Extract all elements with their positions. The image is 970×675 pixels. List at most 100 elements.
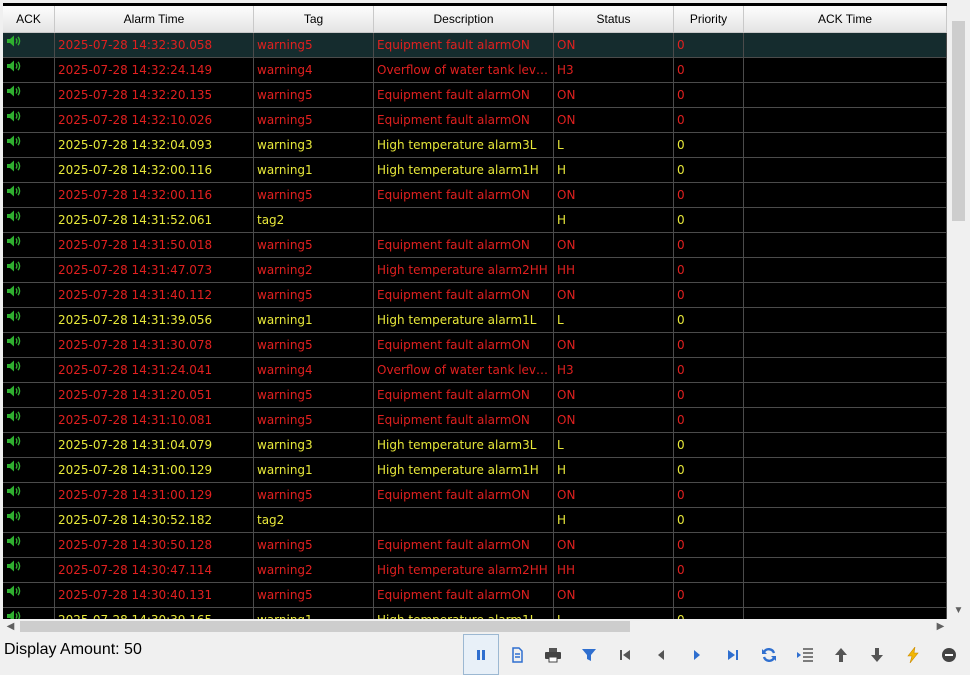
scroll-right-arrow-icon[interactable]: ▶ xyxy=(933,619,948,634)
vertical-scrollbar[interactable]: ▲ ▼ xyxy=(950,18,967,619)
alarm-row[interactable]: 2025-07-28 14:31:52.061 tag2 H 0 xyxy=(3,208,947,233)
ack-cell xyxy=(3,308,55,332)
alarm-row[interactable]: 2025-07-28 14:31:20.051 warning5 Equipment… xyxy=(3,383,947,408)
alarm-row[interactable]: 2025-07-28 14:30:47.114 warning2 High temp… xyxy=(3,558,947,583)
speaker-icon[interactable] xyxy=(6,283,22,306)
speaker-icon[interactable] xyxy=(6,608,22,619)
speaker-icon[interactable] xyxy=(6,183,22,206)
alarm-row[interactable]: 2025-07-28 14:31:24.041 warning4 Overflow … xyxy=(3,358,947,383)
speaker-icon[interactable] xyxy=(6,508,22,531)
horizontal-scroll-thumb[interactable] xyxy=(20,621,630,632)
column-header-status[interactable]: Status xyxy=(554,6,674,32)
vertical-scroll-thumb[interactable] xyxy=(952,21,965,221)
speaker-icon[interactable] xyxy=(6,208,22,231)
first-page-button[interactable] xyxy=(607,634,643,675)
alarm-row[interactable]: 2025-07-28 14:30:52.182 tag2 H 0 xyxy=(3,508,947,533)
speaker-icon[interactable] xyxy=(6,433,22,456)
alarm-row[interactable]: 2025-07-28 14:31:00.129 warning1 High temp… xyxy=(3,458,947,483)
acknowledge-button[interactable] xyxy=(787,634,823,675)
column-header-ack-time[interactable]: ACK Time xyxy=(744,6,947,32)
speaker-icon[interactable] xyxy=(6,558,22,581)
alarm-time-cell: 2025-07-28 14:32:20.135 xyxy=(55,83,254,107)
speaker-icon[interactable] xyxy=(6,33,22,56)
tag-cell: warning5 xyxy=(254,33,374,57)
column-header-ack[interactable]: ACK xyxy=(3,6,55,32)
last-page-button[interactable] xyxy=(715,634,751,675)
alarm-row[interactable]: 2025-07-28 14:31:50.018 warning5 Equipment… xyxy=(3,233,947,258)
alarm-row[interactable]: 2025-07-28 14:30:39.165warning1High temp… xyxy=(3,608,947,619)
description-cell: Equipment fault alarmON xyxy=(374,533,554,557)
alarm-time-cell: 2025-07-28 14:31:04.079 xyxy=(55,433,254,457)
pause-icon xyxy=(474,648,488,662)
alarm-row[interactable]: 2025-07-28 14:32:00.116 warning1 High temp… xyxy=(3,158,947,183)
alarm-row[interactable]: 2025-07-28 14:32:24.149 warning4 Overflow … xyxy=(3,58,947,83)
speaker-icon[interactable] xyxy=(6,583,22,606)
speaker-icon[interactable] xyxy=(6,458,22,481)
tag-cell: tag2 xyxy=(254,208,374,232)
alarm-row[interactable]: 2025-07-28 14:31:39.056 warning1 High temp… xyxy=(3,308,947,333)
speaker-icon[interactable] xyxy=(6,108,22,131)
speaker-icon[interactable] xyxy=(6,408,22,431)
description-cell: Equipment fault alarmON xyxy=(374,233,554,257)
description-cell: Equipment fault alarmON xyxy=(374,83,554,107)
speaker-icon[interactable] xyxy=(6,308,22,331)
tag-cell: warning5 xyxy=(254,383,374,407)
move-down-button[interactable] xyxy=(859,634,895,675)
status-cell: ON xyxy=(554,33,674,57)
alarm-row[interactable]: 2025-07-28 14:32:10.026 warning5 Equipment… xyxy=(3,108,947,133)
export-button[interactable] xyxy=(499,634,535,675)
grid-body: 2025-07-28 14:32:30.058 warning5 Equipment… xyxy=(3,33,947,619)
alarm-row[interactable]: 2025-07-28 14:31:00.129 warning5 Equipment… xyxy=(3,483,947,508)
speaker-icon[interactable] xyxy=(6,358,22,381)
speaker-icon[interactable] xyxy=(6,383,22,406)
alarm-row[interactable]: 2025-07-28 14:32:00.116 warning5 Equipment… xyxy=(3,183,947,208)
column-header-alarm-time[interactable]: Alarm Time xyxy=(55,6,254,32)
clear-button[interactable] xyxy=(931,634,967,675)
alarm-row[interactable]: 2025-07-28 14:31:47.073 warning2 High temp… xyxy=(3,258,947,283)
ack-all-button[interactable] xyxy=(895,634,931,675)
ack-time-cell xyxy=(744,308,947,332)
print-button[interactable] xyxy=(535,634,571,675)
status-cell: ON xyxy=(554,533,674,557)
previous-page-button[interactable] xyxy=(643,634,679,675)
speaker-icon[interactable] xyxy=(6,158,22,181)
alarm-time-cell: 2025-07-28 14:31:52.061 xyxy=(55,208,254,232)
speaker-icon[interactable] xyxy=(6,333,22,356)
scroll-down-arrow-icon[interactable]: ▼ xyxy=(950,602,967,619)
alarm-time-cell: 2025-07-28 14:30:39.165 xyxy=(55,608,254,619)
alarm-time-cell: 2025-07-28 14:32:30.058 xyxy=(55,33,254,57)
alarm-row[interactable]: 2025-07-28 14:31:10.081 warning5 Equipment… xyxy=(3,408,947,433)
alarm-row[interactable]: 2025-07-28 14:32:20.135 warning5 Equipment… xyxy=(3,83,947,108)
alarm-row[interactable]: 2025-07-28 14:32:04.093 warning3 High temp… xyxy=(3,133,947,158)
arrow-up-icon xyxy=(834,647,848,663)
speaker-icon[interactable] xyxy=(6,258,22,281)
speaker-icon[interactable] xyxy=(6,83,22,106)
alarm-row[interactable]: 2025-07-28 14:31:40.112 warning5 Equipment… xyxy=(3,283,947,308)
speaker-icon[interactable] xyxy=(6,483,22,506)
first-page-icon xyxy=(618,648,632,662)
pause-button[interactable] xyxy=(463,634,499,675)
alarm-row[interactable]: 2025-07-28 14:32:30.058 warning5 Equipment… xyxy=(3,33,947,58)
column-header-tag[interactable]: Tag xyxy=(254,6,374,32)
alarm-row[interactable]: 2025-07-28 14:30:40.131 warning5 Equipment… xyxy=(3,583,947,608)
column-header-description[interactable]: Description xyxy=(374,6,554,32)
alarm-row[interactable]: 2025-07-28 14:30:50.128 warning5 Equipment… xyxy=(3,533,947,558)
speaker-icon[interactable] xyxy=(6,533,22,556)
priority-cell: 0 xyxy=(674,608,744,619)
horizontal-scrollbar[interactable]: ◀ ▶ xyxy=(3,619,950,634)
move-up-button[interactable] xyxy=(823,634,859,675)
filter-button[interactable] xyxy=(571,634,607,675)
scroll-left-arrow-icon[interactable]: ◀ xyxy=(3,619,18,634)
alarm-row[interactable]: 2025-07-28 14:31:04.079 warning3 High temp… xyxy=(3,433,947,458)
speaker-icon[interactable] xyxy=(6,133,22,156)
column-header-priority[interactable]: Priority xyxy=(674,6,744,32)
refresh-button[interactable] xyxy=(751,634,787,675)
next-page-button[interactable] xyxy=(679,634,715,675)
ack-cell xyxy=(3,33,55,57)
speaker-icon[interactable] xyxy=(6,58,22,81)
tag-cell: warning4 xyxy=(254,358,374,382)
ack-cell xyxy=(3,583,55,607)
ack-time-cell xyxy=(744,383,947,407)
speaker-icon[interactable] xyxy=(6,233,22,256)
alarm-row[interactable]: 2025-07-28 14:31:30.078 warning5 Equipment… xyxy=(3,333,947,358)
